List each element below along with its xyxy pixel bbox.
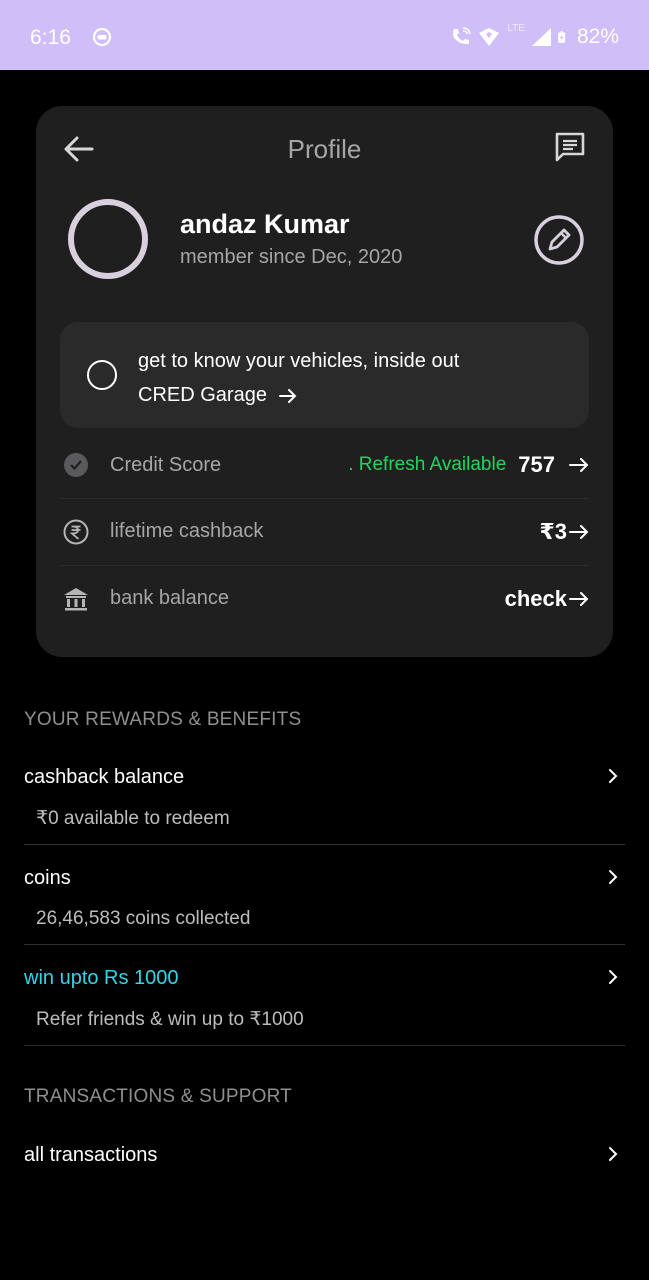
battery-icon xyxy=(558,31,566,43)
cred-garage-banner[interactable]: get to know your vehicles, inside out CR… xyxy=(60,322,589,428)
credit-score-value: 757 xyxy=(518,452,555,477)
credit-score-label: Credit Score xyxy=(110,453,222,476)
avatar[interactable] xyxy=(68,199,148,279)
garage-text: get to know your vehicles, inside out xyxy=(138,350,460,372)
battery-percent: 82% xyxy=(576,25,619,48)
status-time: 6:16 xyxy=(30,26,71,49)
referral-title: win upto Rs 1000 xyxy=(24,967,179,989)
bank-balance-check[interactable]: check xyxy=(505,586,567,612)
member-since: member since Dec, 2020 xyxy=(180,246,403,268)
status-bar: 6:16 LTE 82% xyxy=(0,0,649,70)
garage-link[interactable]: CRED Garage xyxy=(138,384,297,407)
referral-subtitle: Refer friends & win up to ₹1000 xyxy=(36,1009,304,1030)
transactions-section-title: TRANSACTIONS & SUPPORT xyxy=(24,1086,292,1107)
coins-title: coins xyxy=(24,867,71,889)
refresh-available-link[interactable]: . Refresh Available xyxy=(348,454,506,476)
profile-card: Profile andaz Kumar member since Dec, 20… xyxy=(36,106,613,657)
credit-score-row[interactable]: Credit Score . Refresh Available 757 xyxy=(60,432,589,498)
arrow-right-icon xyxy=(569,458,589,472)
coins-subtitle: 26,46,583 coins collected xyxy=(36,908,251,929)
user-name: andaz Kumar xyxy=(180,209,350,239)
chevron-right-icon xyxy=(609,769,618,783)
cashback-balance-title: cashback balance xyxy=(24,766,185,788)
wifi-call-icon xyxy=(453,27,472,45)
arrow-right-icon xyxy=(278,388,297,403)
chevron-right-icon xyxy=(609,1147,618,1161)
bank-balance-label: bank balance xyxy=(110,587,229,609)
bank-balance-row[interactable]: bank balance check xyxy=(60,565,589,631)
rewards-section-title: YOUR REWARDS & BENEFITS xyxy=(24,709,302,730)
chevron-right-icon xyxy=(609,870,618,884)
all-transactions-title: all transactions xyxy=(24,1144,158,1166)
chevron-right-icon xyxy=(609,970,618,984)
wifi-icon xyxy=(479,28,500,46)
garage-link-label: CRED Garage xyxy=(138,384,267,406)
lifetime-cashback-value: ₹3 xyxy=(539,518,567,544)
arrow-right-icon xyxy=(569,591,589,606)
network-type: LTE xyxy=(507,23,525,34)
referral-item[interactable]: win upto Rs 1000 Refer friends & win up … xyxy=(24,967,625,1046)
bank-icon xyxy=(64,587,88,610)
lifetime-cashback-row[interactable]: lifetime cashback ₹3 xyxy=(60,498,589,564)
garage-circle-icon xyxy=(87,360,117,390)
signal-icon xyxy=(531,28,551,46)
check-badge-icon xyxy=(64,453,88,477)
support-chat-icon[interactable] xyxy=(553,130,587,164)
arrow-right-icon xyxy=(569,524,589,539)
status-indicators: LTE 82% xyxy=(449,23,619,49)
lifetime-cashback-label: lifetime cashback xyxy=(110,520,264,542)
page-title: Profile xyxy=(287,134,362,164)
cashback-balance-item[interactable]: cashback balance ₹0 available to redeem xyxy=(24,766,625,845)
coins-item[interactable]: coins 26,46,583 coins collected xyxy=(24,867,625,945)
edit-profile-icon[interactable] xyxy=(533,214,585,266)
all-transactions-item[interactable]: all transactions xyxy=(24,1144,625,1174)
rupee-circle-icon xyxy=(63,519,89,544)
app-notification-icon xyxy=(92,27,112,47)
cashback-balance-subtitle: ₹0 available to redeem xyxy=(36,808,230,829)
